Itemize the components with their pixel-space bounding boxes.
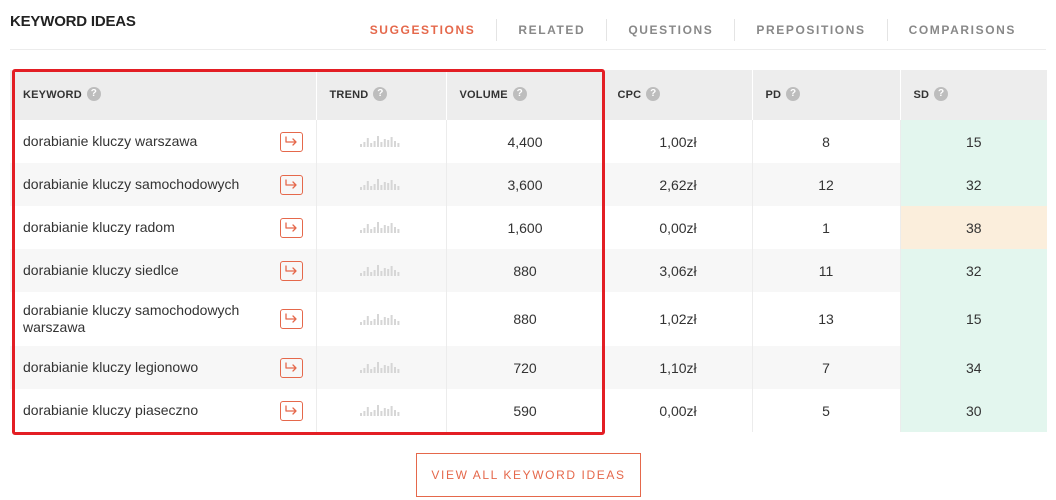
pd-cell: 1 [752,206,901,249]
sd-cell: 15 [900,292,1047,346]
keyword-text[interactable]: dorabianie kluczy siedlce [23,262,263,279]
table-row: dorabianie kluczy siedlce 880 3,06zł 11 32 [10,249,1047,292]
keyword-cell: dorabianie kluczy warszawa [10,120,317,163]
cpc-cell: 2,62zł [604,163,753,206]
table-row: dorabianie kluczy samochodowych warszawa… [10,292,1047,346]
column-header-keyword[interactable]: KEYWORD? [10,70,317,120]
column-label: PD [765,88,782,101]
header-divider [10,49,1046,50]
pd-cell: 13 [752,292,901,346]
keyword-text[interactable]: dorabianie kluczy samochodowych [23,176,263,193]
tab-questions[interactable]: QUESTIONS [606,19,734,41]
help-icon[interactable]: ? [373,87,388,101]
sd-cell: 32 [900,249,1047,292]
pd-cell: 11 [752,249,901,292]
tab-related[interactable]: RELATED [496,19,606,41]
sd-cell: 15 [900,120,1047,163]
trend-cell [316,389,447,432]
keyword-text[interactable]: dorabianie kluczy samochodowych warszawa [23,302,263,336]
view-all-keyword-ideas-button[interactable]: VIEW ALL KEYWORD IDEAS [416,453,641,497]
sparkline-bars-icon [360,220,402,236]
arrow-corner-right-icon[interactable] [279,174,303,195]
sparkline-bars-icon [360,177,402,193]
trend-cell [316,163,447,206]
help-icon[interactable]: ? [786,87,801,101]
tab-comparisons[interactable]: COMPARISONS [886,19,1046,41]
volume-cell: 720 [446,346,605,389]
column-header-pd[interactable]: PD? [752,70,901,120]
keyword-text[interactable]: dorabianie kluczy warszawa [23,133,263,150]
arrow-corner-right-icon[interactable] [279,217,303,238]
column-label: KEYWORD [23,88,82,101]
help-icon[interactable]: ? [934,87,949,101]
keyword-cell: dorabianie kluczy samochodowych [10,163,317,206]
table-row: dorabianie kluczy samochodowych 3,600 2,62… [10,163,1047,206]
cpc-cell: 0,00zł [604,389,753,432]
trend-cell [316,120,447,163]
column-header-cpc[interactable]: CPC? [604,70,753,120]
trend-cell [316,206,447,249]
help-icon[interactable]: ? [86,87,101,101]
page-title: KEYWORD IDEAS [10,13,136,30]
sd-cell: 34 [900,346,1047,389]
sparkline-bars-icon [360,403,402,419]
arrow-corner-right-icon[interactable] [279,357,303,378]
sparkline-bars-icon [360,360,402,376]
pd-cell: 8 [752,120,901,163]
keyword-text[interactable]: dorabianie kluczy radom [23,219,263,236]
keyword-cell: dorabianie kluczy siedlce [10,249,317,292]
trend-cell [316,292,447,346]
volume-cell: 590 [446,389,605,432]
column-header-sd[interactable]: SD? [900,70,1047,120]
keyword-cell: dorabianie kluczy piaseczno [10,389,317,432]
sparkline-bars-icon [360,134,402,150]
table-row: dorabianie kluczy piaseczno 590 0,00zł 5 30 [10,389,1047,432]
cpc-cell: 0,00zł [604,206,753,249]
arrow-corner-right-icon[interactable] [279,260,303,281]
table-row: dorabianie kluczy radom 1,600 0,00zł 1 38 [10,206,1047,249]
column-header-trend[interactable]: TREND? [316,70,447,120]
pd-cell: 5 [752,389,901,432]
column-label: CPC [617,88,642,101]
volume-cell: 880 [446,292,605,346]
tab-prepositions[interactable]: PREPOSITIONS [734,19,886,41]
trend-cell [316,346,447,389]
volume-cell: 1,600 [446,206,605,249]
keyword-cell: dorabianie kluczy radom [10,206,317,249]
column-label: TREND [329,88,369,101]
arrow-corner-right-icon[interactable] [279,309,303,329]
tab-suggestions[interactable]: SUGGESTIONS [349,19,497,41]
arrow-corner-right-icon[interactable] [279,131,303,152]
cpc-cell: 1,02zł [604,292,753,346]
trend-cell [316,249,447,292]
help-icon[interactable]: ? [512,87,527,101]
help-icon[interactable]: ? [646,87,661,101]
pd-cell: 7 [752,346,901,389]
column-label: SD [913,88,930,101]
volume-cell: 3,600 [446,163,605,206]
table-row: dorabianie kluczy legionowo 720 1,10zł 7 34 [10,346,1047,389]
sparkline-bars-icon [360,263,402,279]
volume-cell: 880 [446,249,605,292]
sd-cell: 38 [900,206,1047,249]
sd-cell: 32 [900,163,1047,206]
cpc-cell: 3,06zł [604,249,753,292]
column-header-volume[interactable]: VOLUME? [446,70,605,120]
keyword-ideas-table: KEYWORD? TREND? VOLUME? CPC? PD? SD? dor… [10,70,1047,432]
keyword-ideas-tabs: SUGGESTIONS RELATED QUESTIONS PREPOSITIO… [349,19,1046,41]
arrow-corner-right-icon[interactable] [279,400,303,421]
table-header-row: KEYWORD? TREND? VOLUME? CPC? PD? SD? [10,70,1047,120]
cpc-cell: 1,00zł [604,120,753,163]
keyword-cell: dorabianie kluczy legionowo [10,346,317,389]
sd-cell: 30 [900,389,1047,432]
cpc-cell: 1,10zł [604,346,753,389]
column-label: VOLUME [459,88,508,101]
keyword-text[interactable]: dorabianie kluczy legionowo [23,359,263,376]
pd-cell: 12 [752,163,901,206]
volume-cell: 4,400 [446,120,605,163]
keyword-cell: dorabianie kluczy samochodowych warszawa [10,292,317,346]
sparkline-bars-icon [360,312,402,328]
table-row: dorabianie kluczy warszawa 4,400 1,00zł 8 15 [10,120,1047,163]
keyword-text[interactable]: dorabianie kluczy piaseczno [23,402,263,419]
